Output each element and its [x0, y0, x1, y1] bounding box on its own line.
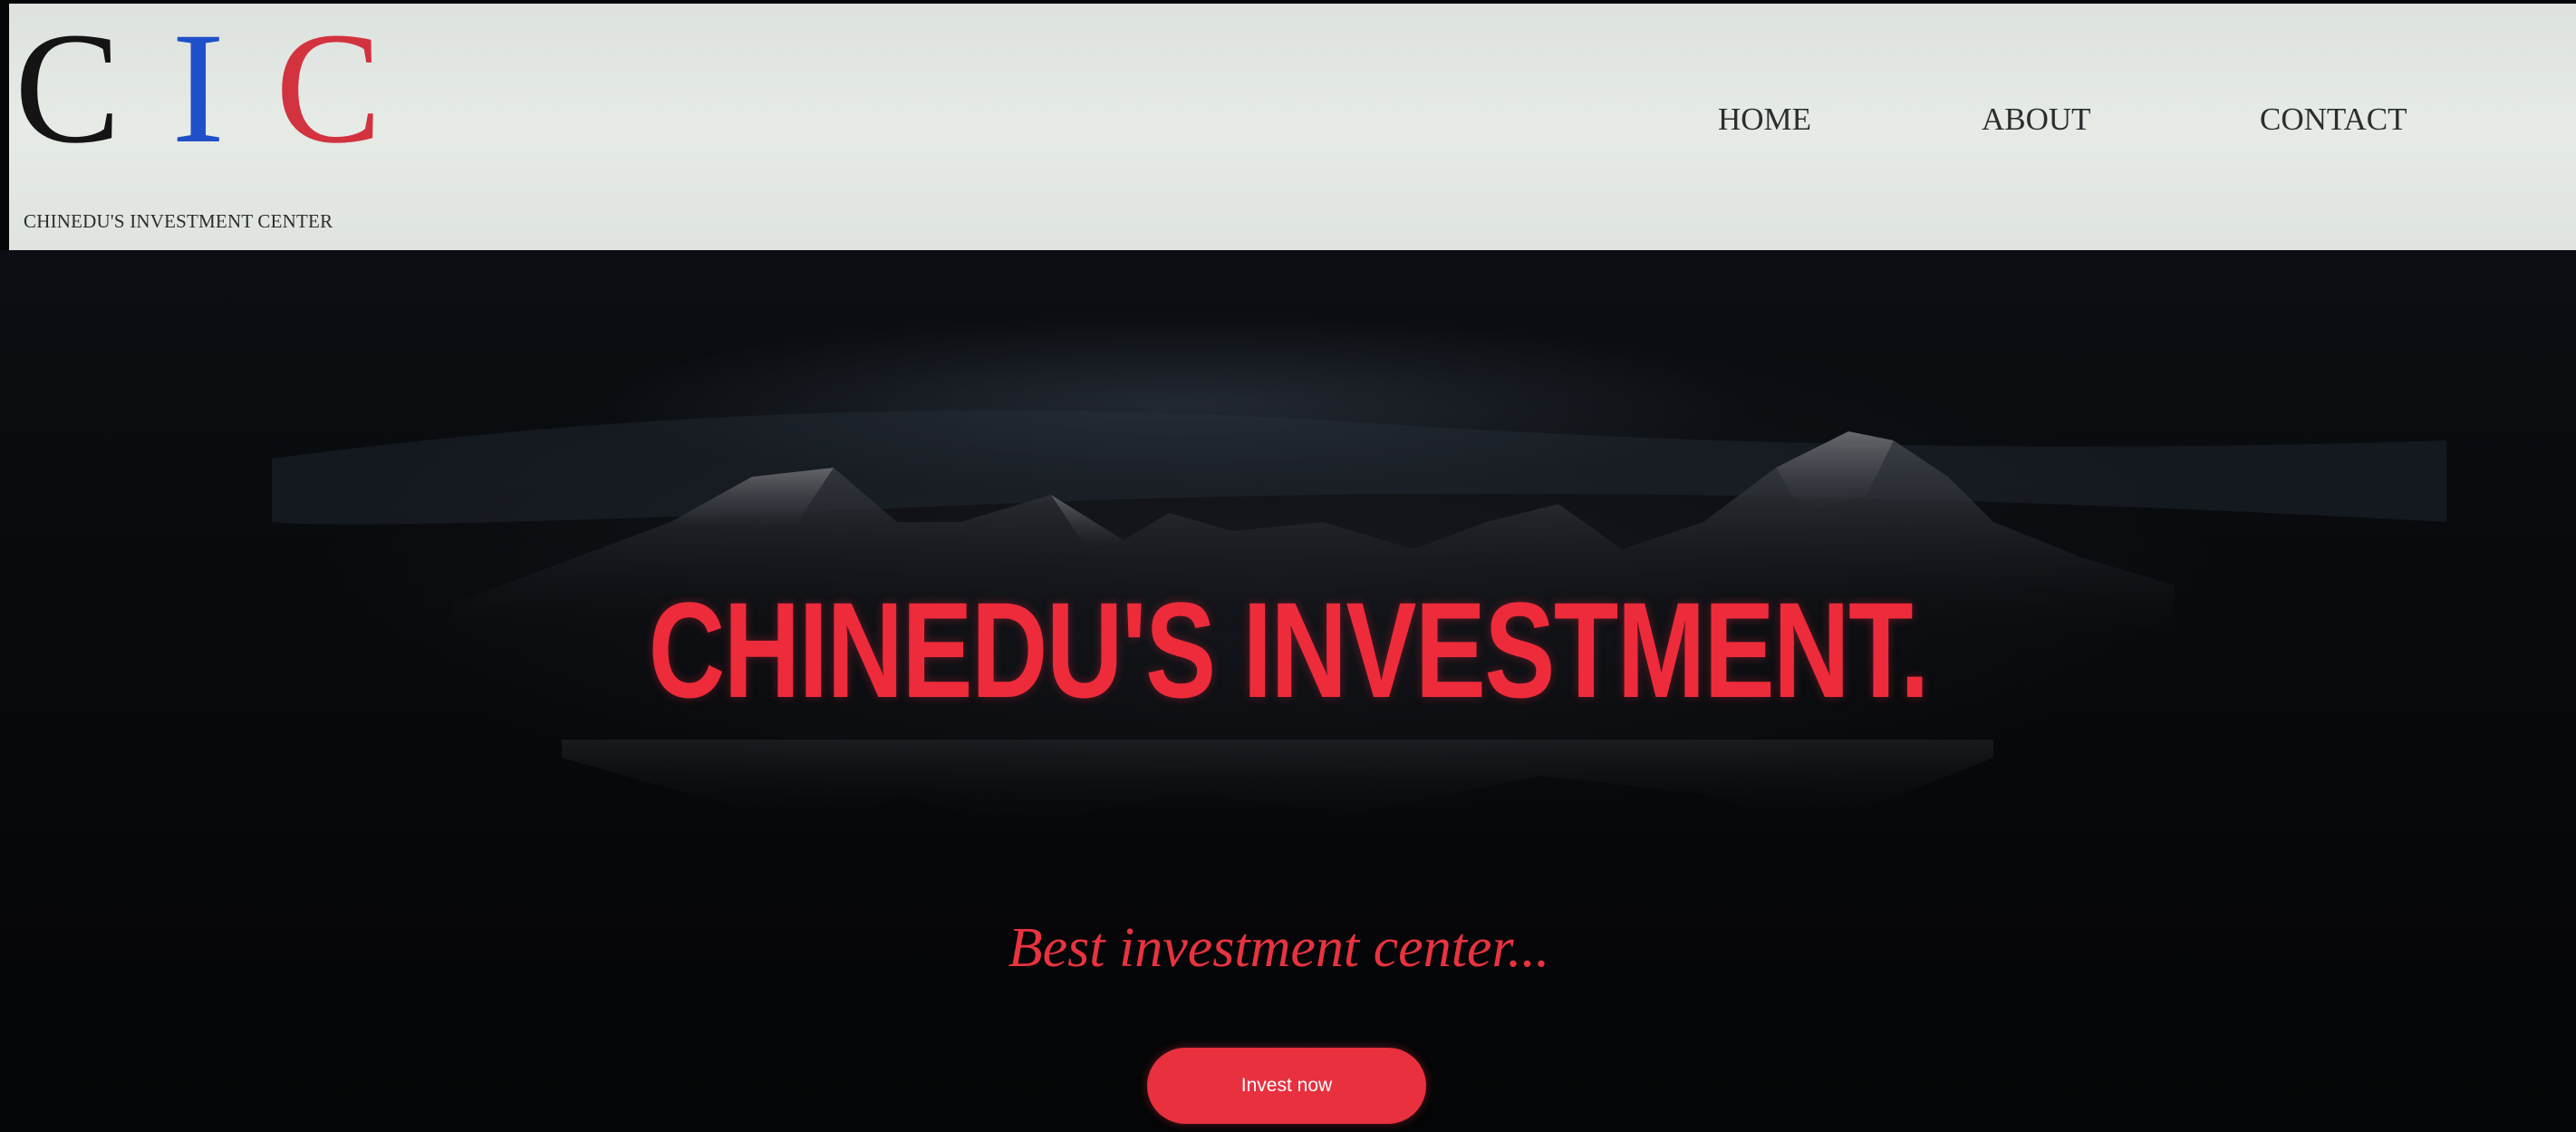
- hero-subtitle-text: Best investment center...: [1008, 917, 1550, 979]
- nav-home-link[interactable]: HOME: [1718, 102, 1811, 138]
- logo-letter-i: I: [171, 0, 225, 177]
- nav-about-link[interactable]: ABOUT: [1982, 102, 2091, 138]
- site-header: C I C CHINEDU'S INVESTMENT CENTER HOME A…: [9, 4, 2576, 250]
- hero-section: CHINEDU'S INVESTMENT. Best investment ce…: [0, 250, 2576, 1132]
- logo[interactable]: C I C: [14, 9, 381, 169]
- logo-letter-c-red: C: [275, 0, 382, 177]
- invest-now-button[interactable]: Invest now: [1147, 1048, 1426, 1124]
- nav-contact-link[interactable]: CONTACT: [2260, 102, 2407, 138]
- hero-subtitle: Best investment center...: [0, 916, 2576, 981]
- logo-letter-c: C: [14, 0, 121, 177]
- logo-subtitle: CHINEDU'S INVESTMENT CENTER: [24, 210, 333, 232]
- hero-title: CHINEDU'S INVESTMENT.: [648, 574, 1930, 726]
